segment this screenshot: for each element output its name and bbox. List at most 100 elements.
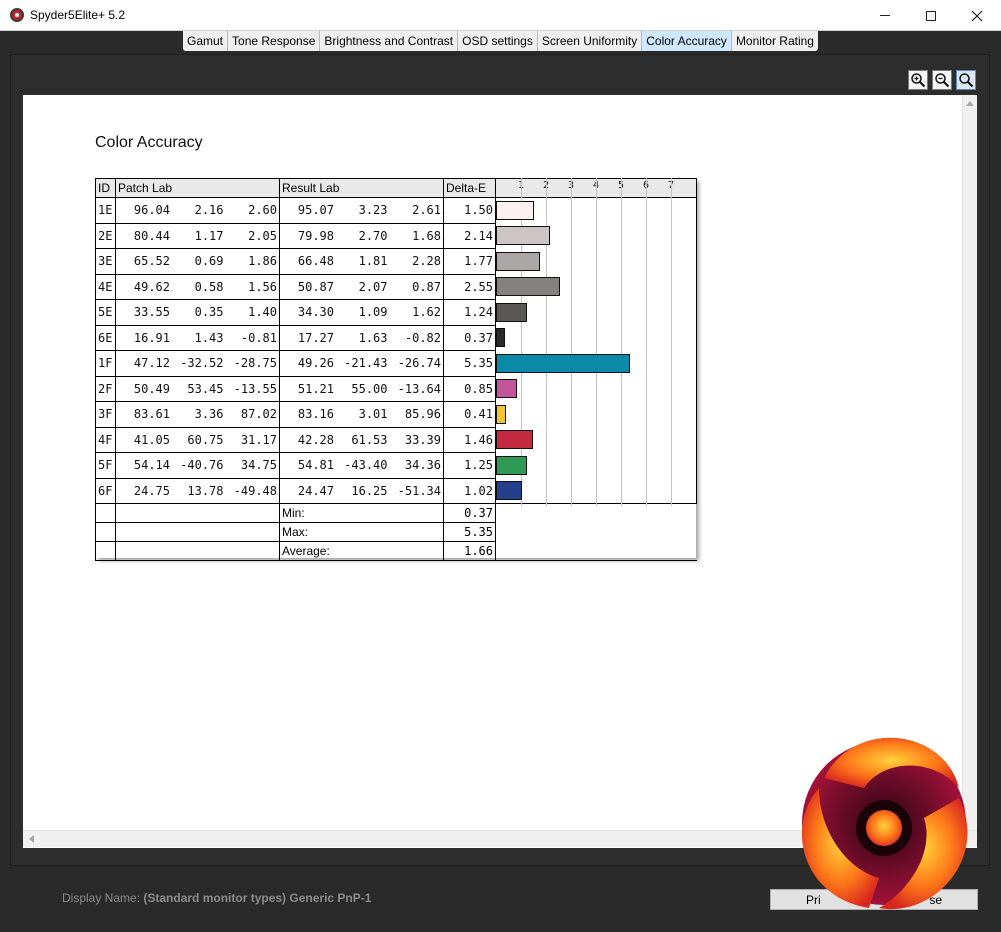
delta-e-value: 2.55 (443, 273, 496, 300)
zoom-fit-icon (959, 73, 974, 88)
tab-screen-uniformity[interactable]: Screen Uniformity (537, 31, 643, 51)
patch-l: 24.75 (133, 483, 170, 498)
tab-tone-response[interactable]: Tone Response (228, 31, 321, 51)
patch-l: 47.12 (133, 356, 170, 371)
patch-l: 65.52 (133, 254, 170, 269)
delta-e-bar (496, 404, 507, 424)
patch-lab: 65.52 0.69 1.86 (115, 248, 280, 275)
delta-e-value: 0.41 (443, 401, 496, 428)
maximize-icon (926, 10, 936, 21)
patch-id: 3F (95, 401, 116, 428)
patch-a: -32.52 (180, 356, 224, 371)
patch-a: 1.17 (194, 228, 224, 243)
result-a: 2.70 (358, 228, 388, 243)
delta-e-bar-cell (495, 325, 697, 351)
result-a: 2.07 (358, 279, 388, 294)
result-lab: 34.30 1.09 1.62 (279, 299, 444, 326)
patch-id: 5E (95, 299, 116, 326)
patch-lab: 50.49 53.45 -13.55 (115, 375, 280, 402)
patch-a: 0.69 (194, 254, 224, 269)
scale-tick: 7 (668, 180, 675, 191)
scale-tick: 2 (543, 180, 550, 191)
delta-e-bar (496, 328, 506, 347)
patch-a: 0.58 (194, 279, 224, 294)
result-l: 79.98 (297, 228, 334, 243)
table-row: 4F 41.05 60.75 31.17 42.28 61.53 33.39 1.46 (95, 426, 697, 453)
result-b: -0.82 (404, 330, 441, 345)
scale-tick: 3 (568, 180, 575, 191)
patch-lab: 49.62 0.58 1.56 (115, 273, 280, 300)
result-l: 54.81 (297, 458, 334, 473)
delta-e-bar (496, 455, 528, 475)
header-patch-lab: Patch Lab (115, 178, 280, 198)
result-a: 61.53 (351, 432, 388, 447)
scroll-up-arrow-icon[interactable] (966, 101, 974, 106)
delta-e-bar-cell (495, 350, 697, 376)
zoom-in-button[interactable] (908, 70, 928, 90)
zoom-fit-button[interactable] (956, 70, 976, 90)
zoom-in-icon (911, 73, 926, 88)
result-a: 3.01 (358, 407, 388, 422)
patch-b: -28.75 (233, 356, 277, 371)
tab-color-accuracy[interactable]: Color Accuracy (642, 31, 732, 51)
summary-row-min: Min: 0.37 (95, 503, 697, 523)
summary-blank (495, 541, 697, 561)
result-l: 83.16 (297, 407, 334, 422)
tab-monitor-rating[interactable]: Monitor Rating (731, 31, 818, 51)
scroll-left-arrow-icon[interactable] (29, 835, 34, 843)
table-row: 5E 33.55 0.35 1.40 34.30 1.09 1.62 1.24 (95, 299, 697, 326)
header-delta-e: Delta-E (443, 178, 496, 198)
result-lab: 51.21 55.00 -13.64 (279, 375, 444, 402)
scale-tick: 5 (618, 180, 625, 191)
zoom-out-button[interactable] (932, 70, 952, 90)
patch-b: 31.17 (240, 432, 277, 447)
report-title: Color Accuracy (95, 134, 203, 151)
close-window-button[interactable] (954, 0, 1000, 31)
table-row: 6E 16.91 1.43 -0.81 17.27 1.63 -0.82 0.37 (95, 324, 697, 351)
patch-l: 96.04 (133, 203, 170, 218)
result-a: 55.00 (351, 381, 388, 396)
summary-label: Average: (279, 541, 444, 561)
summary-blank (95, 503, 116, 523)
tab-gamut[interactable]: Gamut (183, 31, 229, 51)
summary-value: 1.66 (443, 541, 496, 561)
zoom-out-icon (935, 73, 950, 88)
patch-b: 34.75 (240, 458, 277, 473)
patch-lab: 96.04 2.16 2.60 (115, 197, 280, 224)
delta-e-bar (496, 302, 527, 322)
delta-e-value: 1.25 (443, 452, 496, 479)
patch-a: 13.78 (187, 483, 224, 498)
delta-e-value: 1.24 (443, 299, 496, 326)
table-row: 2F 50.49 53.45 -13.55 51.21 55.00 -13.64 0.8… (95, 375, 697, 402)
result-b: -13.64 (397, 381, 441, 396)
patch-a: 1.43 (194, 330, 224, 345)
result-l: 17.27 (297, 330, 334, 345)
patch-id: 2E (95, 222, 116, 249)
result-l: 66.48 (297, 254, 334, 269)
delta-e-bar (496, 277, 560, 296)
tab-osd-settings[interactable]: OSD settings (458, 31, 538, 51)
result-l: 24.47 (297, 483, 334, 498)
patch-lab: 54.14 -40.76 34.75 (115, 452, 280, 479)
result-a: 3.23 (358, 203, 388, 218)
result-a: 1.09 (358, 305, 388, 320)
patch-b: -49.48 (233, 483, 277, 498)
delta-e-value: 1.77 (443, 248, 496, 275)
summary-row-average: Average: 1.66 (95, 541, 697, 561)
tab-strip: Gamut Tone Response Brightness and Contr… (0, 31, 1001, 51)
patch-id: 1E (95, 197, 116, 224)
result-b: 33.39 (404, 432, 441, 447)
delta-e-bar-cell (495, 427, 697, 453)
minimize-button[interactable] (862, 0, 908, 31)
window-title: Spyder5Elite+ 5.2 (30, 8, 126, 22)
result-b: 34.36 (404, 458, 441, 473)
maximize-button[interactable] (908, 0, 954, 31)
patch-b: 2.60 (248, 203, 277, 218)
result-lab: 49.26 -21.43 -26.74 (279, 350, 444, 377)
result-b: 2.28 (412, 254, 441, 269)
tab-brightness-and-contrast[interactable]: Brightness and Contrast (320, 31, 459, 51)
patch-lab: 80.44 1.17 2.05 (115, 222, 280, 249)
table-row: 4E 49.62 0.58 1.56 50.87 2.07 0.87 2.55 (95, 273, 697, 300)
delta-e-value: 0.37 (443, 324, 496, 351)
app-logo-icon (10, 8, 24, 22)
